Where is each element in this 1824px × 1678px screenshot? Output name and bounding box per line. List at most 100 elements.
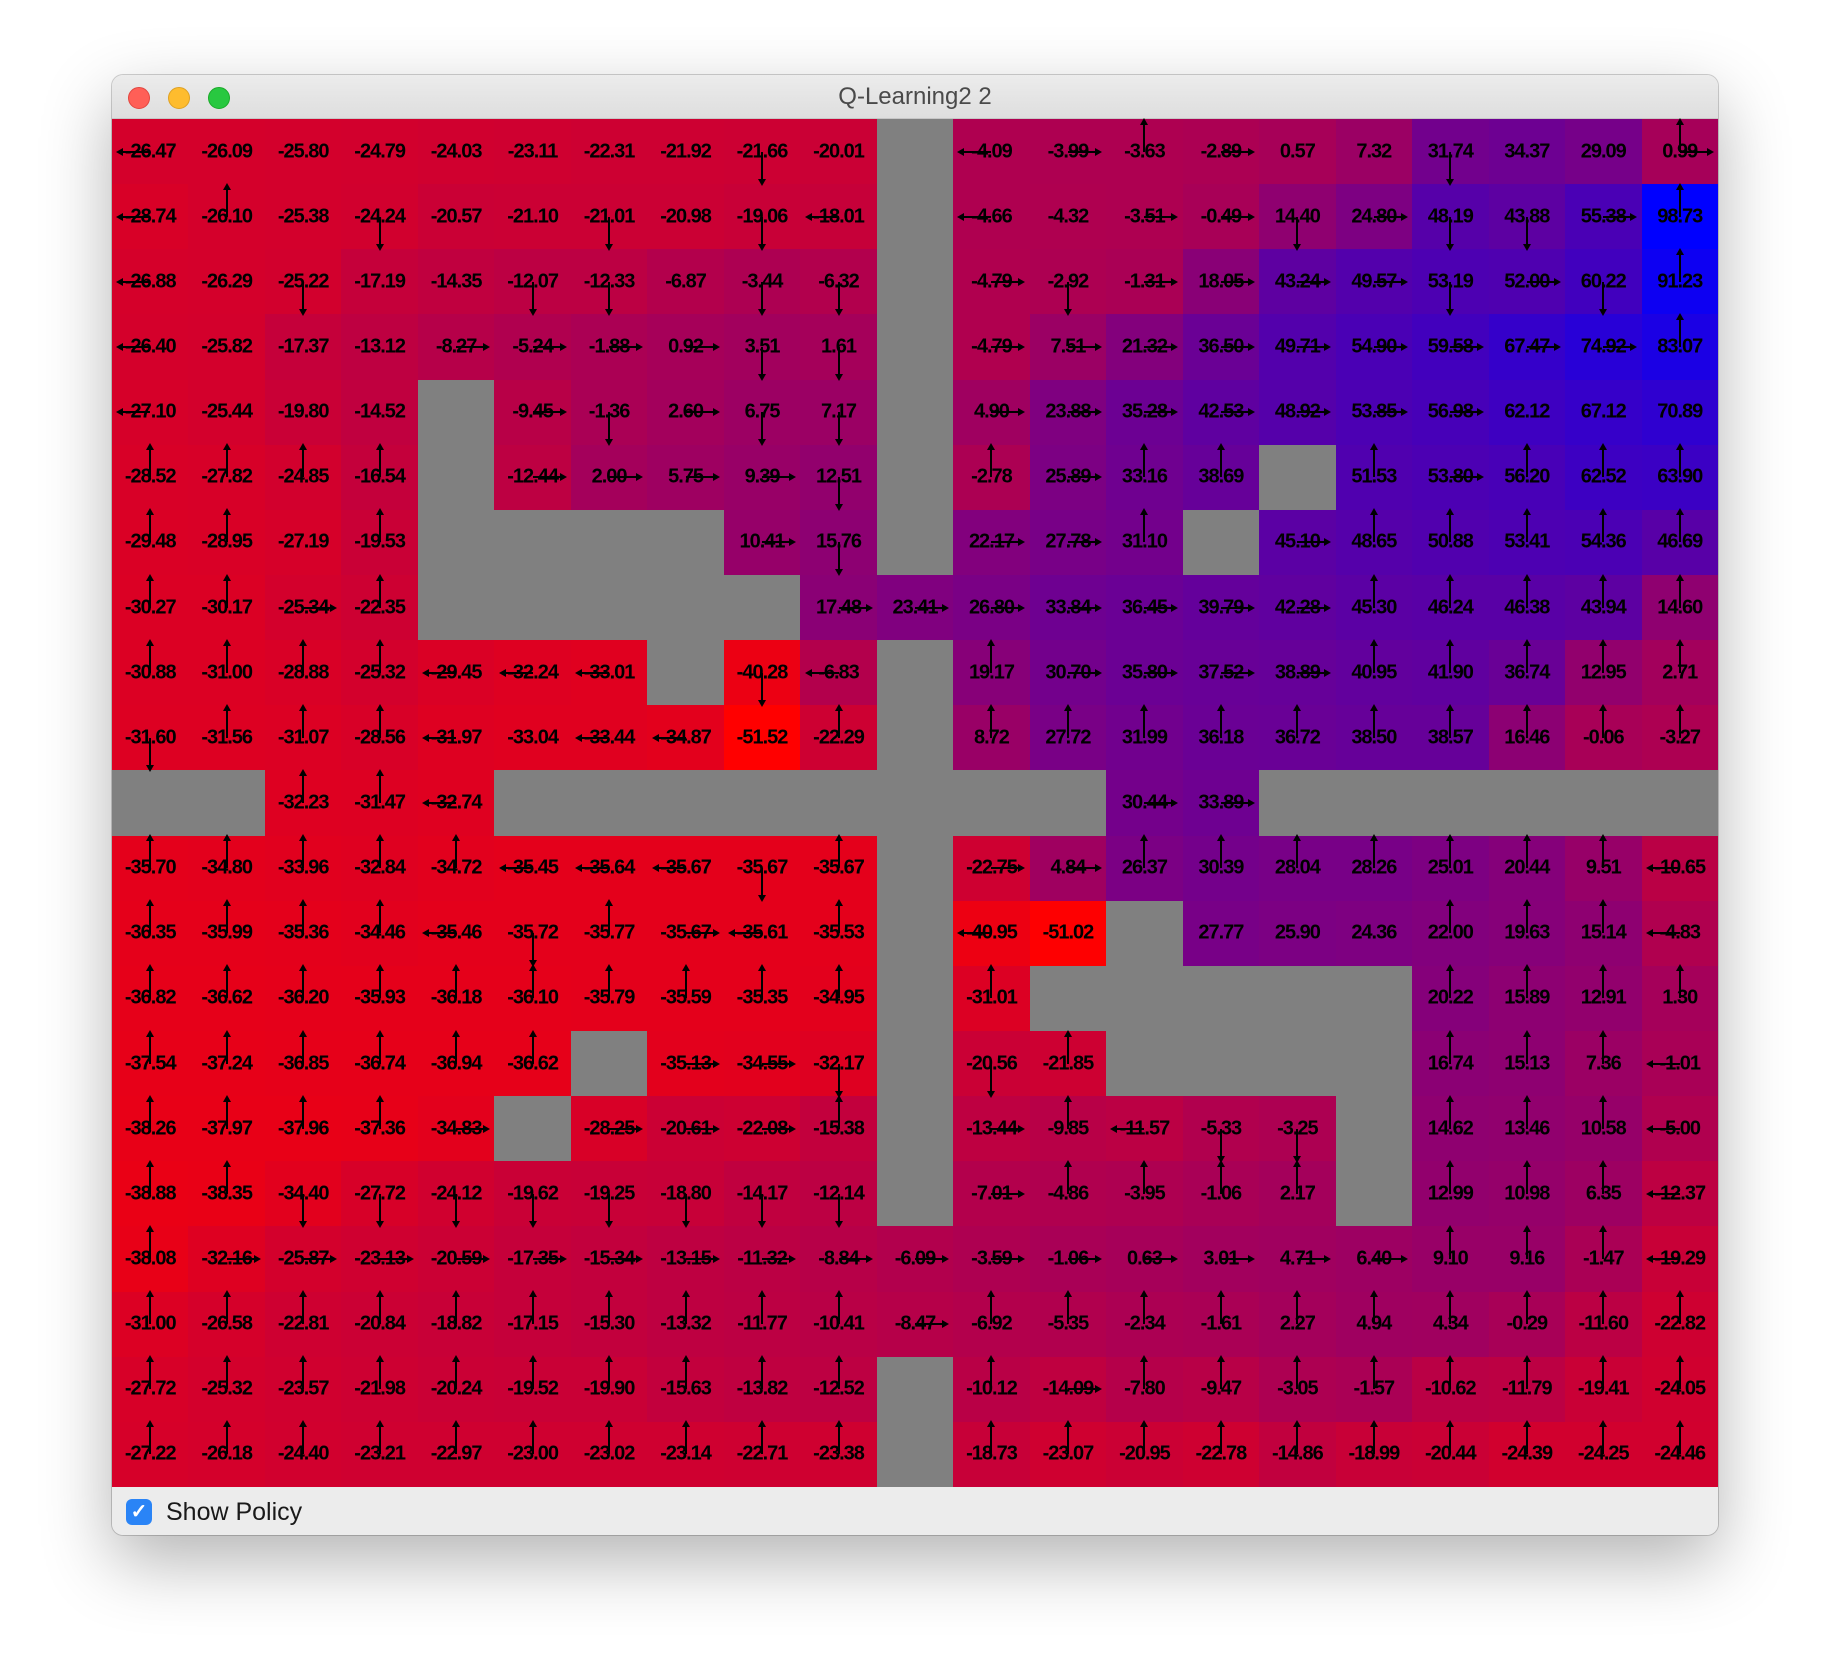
policy-arrow <box>762 1059 797 1068</box>
cell-value: -19.62 <box>507 1182 559 1205</box>
cell-value: -51.52 <box>736 726 789 749</box>
grid-cell: 25.89 <box>1029 444 1107 510</box>
policy-arrow <box>1675 508 1684 543</box>
grid-cell: -37.97 <box>188 1094 265 1162</box>
cell-value: -12.52 <box>813 1377 865 1400</box>
cell-value: -15.34 <box>583 1247 636 1270</box>
grid-cell: -34.87 <box>647 705 724 771</box>
grid-cell: -18.73 <box>953 1420 1030 1487</box>
policy-arrow <box>605 964 614 999</box>
policy-arrow <box>222 508 231 543</box>
cell-value: -20.01 <box>813 140 865 163</box>
cell-value: -13.32 <box>660 1312 712 1335</box>
grid-cell: 49.57 <box>1335 249 1413 315</box>
grid-cell: -31.00 <box>188 638 265 706</box>
policy-arrow <box>758 151 767 186</box>
grid-cell: -35.72 <box>494 900 571 968</box>
cell-value: -4.83 <box>1659 921 1701 944</box>
policy-arrow <box>1522 834 1531 869</box>
grid-cell: -23.38 <box>800 1420 877 1487</box>
cell-value: -15.38 <box>813 1117 865 1140</box>
wall-cell <box>1412 770 1489 836</box>
policy-arrow <box>1144 603 1179 612</box>
grid-cell: -22.97 <box>417 1420 495 1487</box>
policy-arrow <box>1526 342 1561 351</box>
cell-value: -23.11 <box>507 140 559 163</box>
cell-value: -3.44 <box>741 270 784 293</box>
policy-arrow <box>1446 834 1455 869</box>
cell-value: -22.71 <box>736 1442 789 1465</box>
cell-value: 59.58 <box>1427 335 1474 358</box>
policy-arrow <box>222 1029 231 1064</box>
grid-cell: 26.37 <box>1106 834 1183 901</box>
grid-cell: 52.00 <box>1488 249 1566 315</box>
wall-cell <box>876 184 954 250</box>
policy-arrow <box>146 638 155 673</box>
cell-value: -8.27 <box>435 335 478 358</box>
wall-cell <box>1335 1096 1413 1162</box>
policy-arrow <box>1373 212 1408 221</box>
policy-arrow <box>1599 1094 1608 1129</box>
cell-value: 56.20 <box>1504 465 1550 488</box>
grid-cell: 67.47 <box>1488 314 1566 380</box>
cell-value: -16.54 <box>354 465 406 488</box>
grid-cell: 12.95 <box>1565 638 1642 706</box>
policy-arrow <box>605 1290 614 1325</box>
policy-arrow <box>1675 247 1684 282</box>
policy-arrow <box>914 1254 949 1263</box>
policy-arrow <box>834 542 843 577</box>
show-policy-label[interactable]: Show Policy <box>166 1497 302 1527</box>
grid-cell: 25.01 <box>1412 834 1489 901</box>
grid-cell: -26.88 <box>112 249 189 315</box>
grid-cell: -14.86 <box>1259 1420 1336 1487</box>
cell-value: -24.79 <box>354 140 406 163</box>
policy-arrow <box>1140 1355 1149 1390</box>
cell-value: -18.82 <box>430 1312 483 1335</box>
cell-value: 34.37 <box>1504 140 1550 163</box>
policy-arrow <box>452 964 461 999</box>
cell-value: -13.82 <box>736 1377 789 1400</box>
policy-arrow <box>222 703 231 738</box>
cell-value: -21.98 <box>354 1377 406 1400</box>
policy-arrow <box>116 277 151 286</box>
policy-arrow <box>1220 603 1255 612</box>
grid-cell: 48.92 <box>1259 379 1336 445</box>
cell-value: -30.17 <box>201 596 253 619</box>
cell-value: 19.17 <box>968 661 1015 684</box>
grid-cell: -6.83 <box>800 640 877 706</box>
wall-cell <box>876 249 954 315</box>
wall-cell <box>876 444 954 510</box>
policy-arrow <box>422 733 457 742</box>
cell-value: 53.41 <box>1504 530 1550 553</box>
policy-arrow <box>1140 443 1149 478</box>
cell-value: -25.82 <box>201 335 253 358</box>
policy-arrow <box>685 1124 720 1133</box>
grid-cell: -14.52 <box>341 379 418 445</box>
grid-cell: -13.44 <box>953 1096 1030 1162</box>
show-policy-checkbox[interactable]: ✓ <box>126 1499 152 1525</box>
cell-value: -1.06 <box>1200 1182 1243 1205</box>
policy-arrow <box>303 1254 338 1263</box>
grid-cell: -31.56 <box>188 703 265 771</box>
cell-value: -1.06 <box>1047 1247 1090 1270</box>
grid-cell: -20.95 <box>1106 1420 1183 1487</box>
grid-cell: -35.13 <box>647 1031 724 1097</box>
grid-cell: 6.35 <box>1565 1159 1642 1227</box>
policy-arrow <box>222 834 231 869</box>
grid-cell: 36.72 <box>1259 703 1336 771</box>
grid-cell: -24.25 <box>1565 1420 1642 1487</box>
cell-value: -10.41 <box>813 1312 865 1335</box>
cell-value: -3.59 <box>971 1247 1013 1270</box>
policy-arrow <box>1645 864 1680 873</box>
grid-cell: -1.57 <box>1335 1355 1413 1422</box>
grid-cell: -20.61 <box>647 1096 724 1162</box>
policy-arrow <box>375 638 384 673</box>
cell-value: -9.45 <box>512 400 554 423</box>
cell-value: 36.74 <box>1504 661 1550 684</box>
cell-value: -17.15 <box>507 1312 559 1335</box>
policy-arrow <box>1446 1225 1455 1259</box>
policy-arrow <box>1446 964 1455 999</box>
grid-cell: -31.07 <box>264 703 342 771</box>
policy-arrow <box>1144 798 1179 807</box>
cell-value: -18.73 <box>966 1442 1018 1465</box>
